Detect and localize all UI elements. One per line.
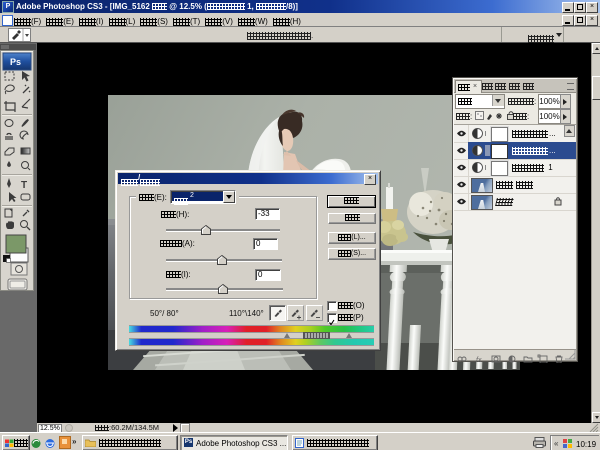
svg-text:Ps: Ps xyxy=(10,57,21,67)
svg-text:T: T xyxy=(21,180,27,191)
svg-text:fx: fx xyxy=(476,357,482,363)
